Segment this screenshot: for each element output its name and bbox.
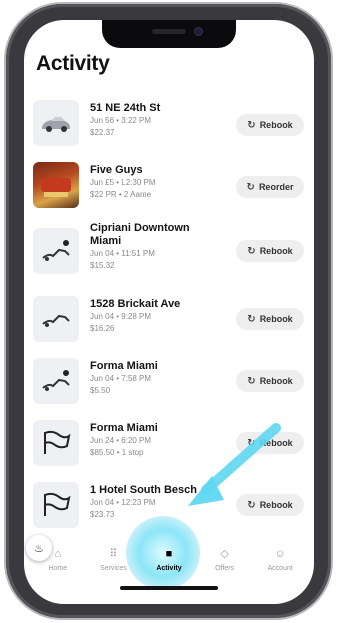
page-title: Activity <box>36 52 110 75</box>
tag-icon: ◇ <box>220 548 229 560</box>
tab-services[interactable]: ⠿ Services <box>88 548 138 572</box>
rebook-button[interactable]: ↻ Rebook <box>236 494 304 516</box>
grid-icon: ⠿ <box>109 548 118 560</box>
activity-name: 51 NE 24th St <box>90 102 161 114</box>
activity-item[interactable]: 51 NE 24th St Jun 56 • 3:22 PM $22.37 ↻ … <box>24 92 314 154</box>
tab-account[interactable]: ☺ Account <box>255 548 305 572</box>
refresh-icon: ↻ <box>246 181 255 193</box>
floating-action-button[interactable]: ♨ <box>26 535 52 561</box>
speaker-grille <box>152 29 186 34</box>
activity-date: Jun 24 • 6:20 PM <box>90 436 152 445</box>
phone-notch <box>102 20 236 48</box>
activity-item[interactable]: Forma Miami Jun 04 • 7:58 PM $5.50 ↻ Reb… <box>24 350 314 412</box>
phone-frame: Activity 51 NE 24th St Jun 56 • 3:22 PM … <box>6 4 331 618</box>
activity-date: Jun £5 • L2:30 PM <box>90 178 156 187</box>
tab-label: Activity <box>156 565 182 572</box>
button-label: Rebook <box>259 500 293 510</box>
food-plate <box>41 178 71 192</box>
rebook-button[interactable]: ↻ Rebook <box>236 240 304 262</box>
activity-item[interactable]: Five Guys Jun £5 • L2:30 PM $22 PR • 2 A… <box>24 154 314 216</box>
flame-icon: ♨ <box>34 542 44 555</box>
tab-label: Services <box>99 565 127 572</box>
button-label: Rebook <box>259 376 293 386</box>
button-label: Reorder <box>258 182 294 192</box>
reorder-button[interactable]: ↻ Reorder <box>236 176 304 198</box>
activity-name: Five Guys <box>90 164 143 176</box>
refresh-icon: ↻ <box>247 499 256 511</box>
app-screen: Activity 51 NE 24th St Jun 56 • 3:22 PM … <box>24 20 314 604</box>
rebook-button[interactable]: ↻ Rebook <box>236 114 304 136</box>
car-icon <box>33 100 79 146</box>
refresh-icon: ↻ <box>247 245 256 257</box>
front-camera <box>194 27 203 36</box>
receipt-icon: ■ <box>165 548 173 560</box>
tab-label: Account <box>267 565 293 572</box>
refresh-icon: ↻ <box>247 119 256 131</box>
rebook-button[interactable]: ↻ Rebook <box>236 432 304 454</box>
activity-name: Forma Miami <box>90 422 158 434</box>
rebook-button[interactable]: ↻ Rebook <box>236 308 304 330</box>
activity-name: Forma Miami <box>90 360 158 372</box>
flag-icon <box>33 420 79 466</box>
button-label: Rebook <box>259 438 293 448</box>
activity-list: 51 NE 24th St Jun 56 • 3:22 PM $22.37 ↻ … <box>24 92 314 536</box>
tab-offers[interactable]: ◇ Offers <box>200 548 250 572</box>
flag-icon <box>33 482 79 528</box>
activity-price: $85.50 • 1 stop <box>90 448 144 457</box>
refresh-icon: ↻ <box>247 437 256 449</box>
refresh-icon: ↻ <box>247 375 256 387</box>
activity-date: Jun 04 • 11:51 PM <box>90 249 155 258</box>
home-indicator[interactable] <box>120 586 218 590</box>
activity-price: $22 PR • 2 Aame <box>90 190 152 199</box>
person-icon: ☺ <box>274 548 286 560</box>
rebook-button[interactable]: ↻ Rebook <box>236 370 304 392</box>
button-label: Rebook <box>259 314 293 324</box>
activity-name: 1 Hotel South Besch <box>90 484 197 496</box>
activity-price: $5.50 <box>90 386 111 395</box>
activity-date: Jon 04 • 12:23 PM <box>90 498 156 507</box>
activity-item[interactable]: 1528 Brickait Ave Jun 04 • 9:28 PM $16.2… <box>24 288 314 350</box>
activity-date: Jun 04 • 7:58 PM <box>90 374 152 383</box>
bottom-tab-bar: ⌂ Home ⠿ Services ■ Activity ◇ Offers ☺ … <box>24 540 314 580</box>
activity-date: Jun 56 • 3:22 PM <box>90 116 152 125</box>
activity-item[interactable]: Forma Miami Jun 24 • 6:20 PM $85.50 • 1 … <box>24 412 314 474</box>
activity-price: $15.32 <box>90 261 115 270</box>
button-label: Rebook <box>259 120 293 130</box>
activity-date: Jun 04 • 9:28 PM <box>90 312 152 321</box>
tab-label: Home <box>48 565 68 572</box>
tab-activity[interactable]: ■ Activity <box>144 548 194 572</box>
activity-item[interactable]: Cipriani Downtown Miami Jun 04 • 11:51 P… <box>24 216 314 288</box>
activity-price: $16.26 <box>90 324 115 333</box>
activity-price: $22.37 <box>90 128 115 137</box>
refresh-icon: ↻ <box>247 313 256 325</box>
button-label: Rebook <box>259 246 293 256</box>
food-icon <box>33 162 79 208</box>
activity-name: 1528 Brickait Ave <box>90 298 181 310</box>
scooter-icon <box>33 358 79 404</box>
scooter-icon <box>33 228 79 274</box>
tab-label: Offers <box>215 565 235 572</box>
home-icon: ⌂ <box>54 548 62 560</box>
scooter-icon <box>33 296 79 342</box>
activity-name: Cipriani Downtown Miami <box>90 222 190 247</box>
